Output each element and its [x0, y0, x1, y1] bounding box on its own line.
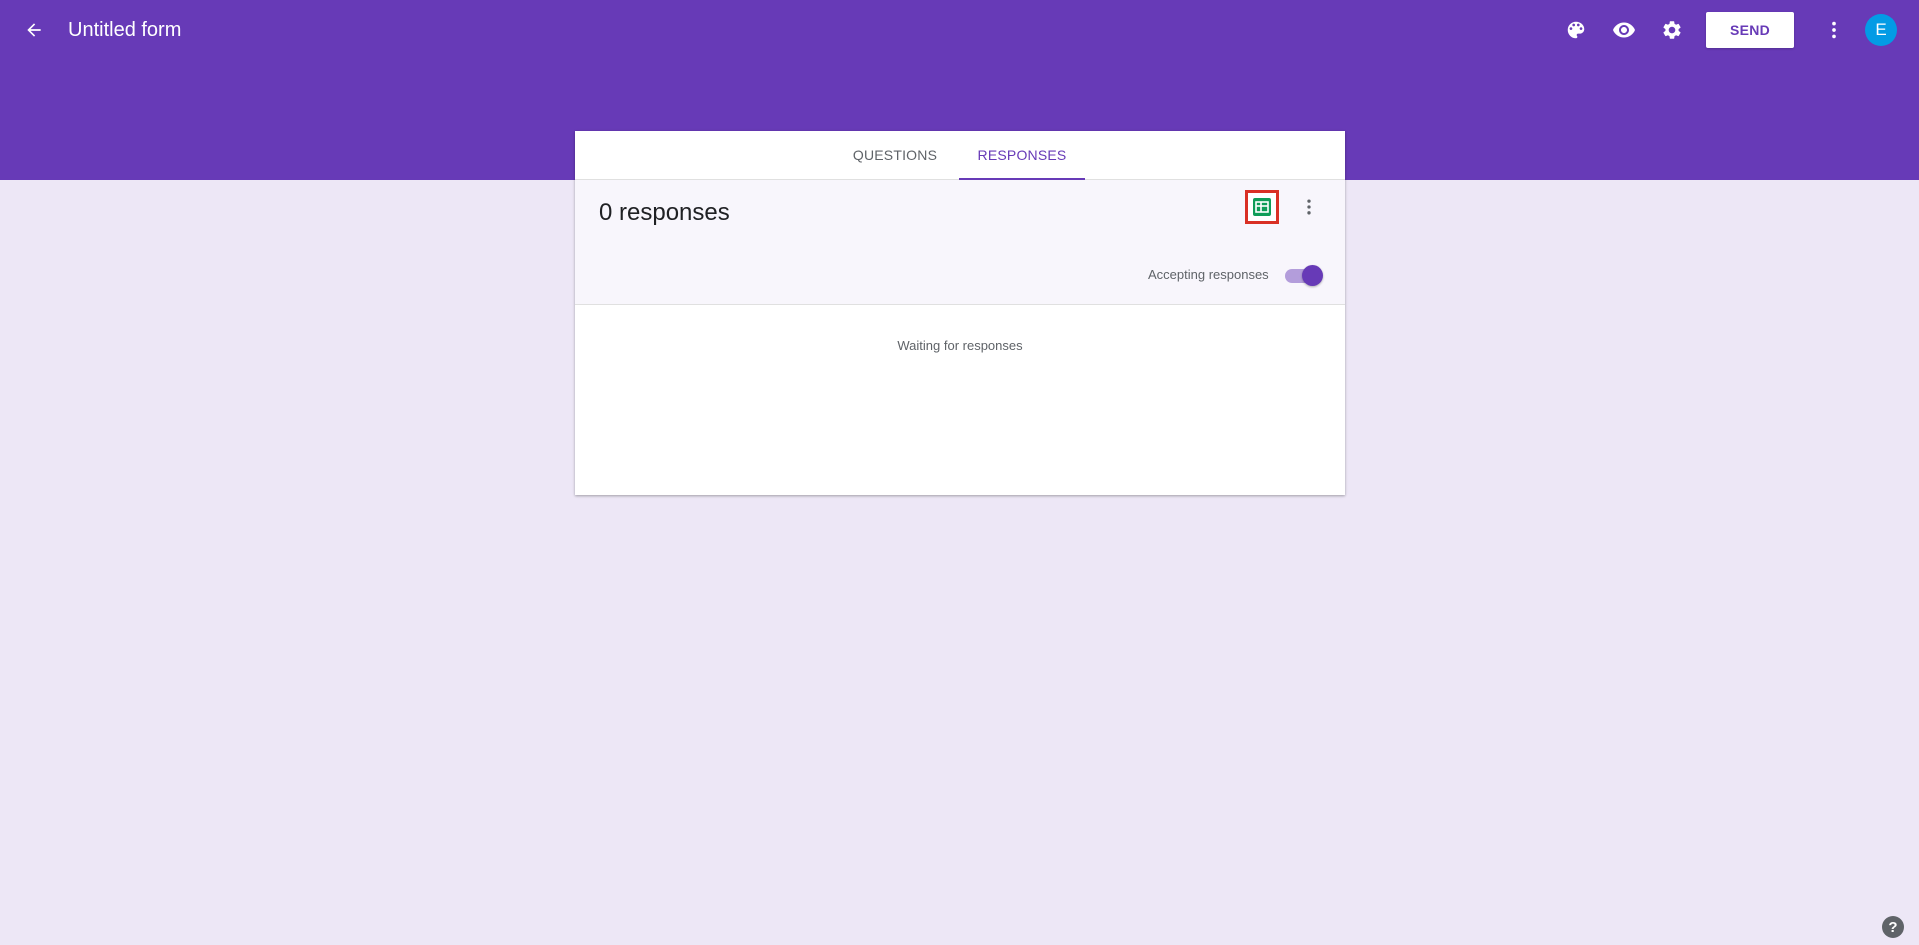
- accepting-responses-toggle[interactable]: [1283, 264, 1323, 286]
- responses-summary: 0 responses Accepting responses: [575, 180, 1345, 305]
- palette-icon: [1567, 21, 1585, 39]
- back-arrow-icon: [27, 23, 41, 37]
- response-count: 0 responses: [599, 199, 730, 226]
- customize-theme-button[interactable]: [1558, 12, 1594, 48]
- more-vert-icon: [1832, 21, 1836, 39]
- toggle-thumb: [1302, 265, 1323, 286]
- more-vert-icon: [1307, 199, 1311, 215]
- tab-responses[interactable]: RESPONSES: [959, 131, 1085, 179]
- send-button[interactable]: SEND: [1706, 12, 1794, 48]
- avatar[interactable]: E: [1865, 14, 1897, 46]
- form-title[interactable]: Untitled form: [68, 17, 181, 43]
- help-button[interactable]: ?: [1882, 916, 1904, 938]
- accepting-responses-label: Accepting responses: [1148, 267, 1269, 282]
- responses-card: QUESTIONS RESPONSES 0 responses Acceptin…: [575, 131, 1345, 495]
- settings-button[interactable]: [1654, 12, 1690, 48]
- empty-state-text: Waiting for responses: [897, 338, 1023, 353]
- eye-icon: [1613, 22, 1635, 38]
- sheets-icon: [1253, 198, 1271, 216]
- preview-button[interactable]: [1606, 12, 1642, 48]
- back-button[interactable]: [18, 14, 50, 46]
- tab-questions[interactable]: QUESTIONS: [839, 131, 951, 179]
- create-spreadsheet-button[interactable]: [1245, 190, 1279, 224]
- tab-bar: QUESTIONS RESPONSES: [575, 131, 1345, 180]
- responses-more-button[interactable]: [1293, 191, 1325, 223]
- gear-icon: [1663, 21, 1681, 39]
- more-options-button[interactable]: [1816, 12, 1852, 48]
